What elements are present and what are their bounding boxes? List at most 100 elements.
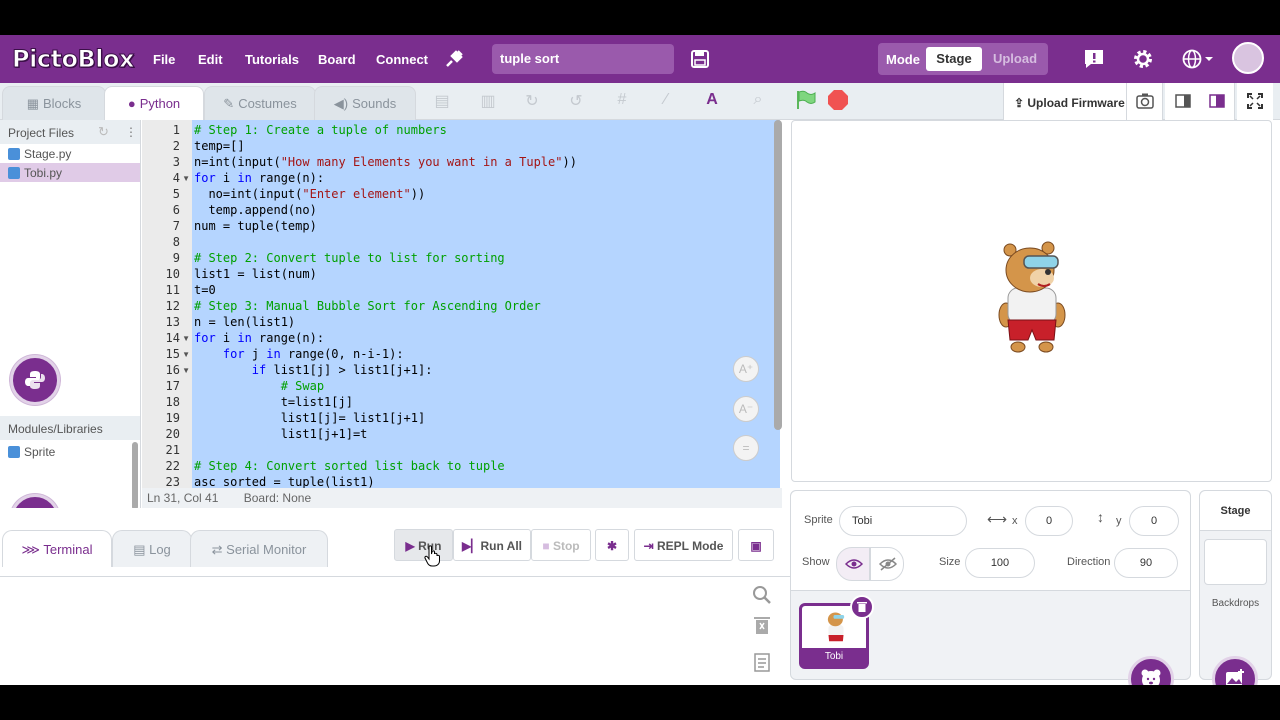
green-flag-icon[interactable] xyxy=(795,89,817,111)
code-line[interactable]: list1[j+1]=t xyxy=(194,427,368,441)
repl-mode-button[interactable]: ⇥ REPL Mode xyxy=(634,529,733,561)
tab-blocks[interactable]: ▦ Blocks xyxy=(2,86,106,120)
document-icon[interactable] xyxy=(752,652,772,672)
y-position-input[interactable]: 0 xyxy=(1129,506,1179,536)
code-line[interactable]: t=0 xyxy=(194,283,216,297)
modules-scrollbar[interactable] xyxy=(132,442,138,510)
tobi-bear-sprite[interactable] xyxy=(996,240,1068,355)
tab-sounds[interactable]: ◀) Sounds xyxy=(314,86,416,120)
fold-arrow-icon[interactable]: ▼ xyxy=(182,174,190,183)
menu-file[interactable]: File xyxy=(153,52,175,67)
code-line[interactable]: for i in range(n): xyxy=(194,171,324,185)
code-line[interactable]: n = len(list1) xyxy=(194,315,295,329)
code-line[interactable]: temp=[] xyxy=(194,139,245,153)
undo-icon[interactable]: ↺ xyxy=(566,91,586,111)
code-line[interactable]: n=int(input("How many Elements you want … xyxy=(194,155,577,169)
code-line[interactable]: for j in range(0, n-i-1): xyxy=(194,347,404,361)
magic-wand-icon[interactable]: ⁄ xyxy=(656,91,676,111)
direction-input[interactable]: 90 xyxy=(1114,548,1178,578)
code-line[interactable]: # Swap xyxy=(194,379,324,393)
code-line[interactable]: for i in range(n): xyxy=(194,331,324,345)
search-icon[interactable] xyxy=(752,585,772,605)
python-extension-button[interactable] xyxy=(10,355,60,405)
tab-terminal[interactable]: ⋙ Terminal xyxy=(2,530,112,567)
file-item-tobi[interactable]: Tobi.py xyxy=(0,163,140,182)
comment-icon[interactable]: # xyxy=(612,91,632,111)
tab-serial-monitor[interactable]: ⇄ Serial Monitor xyxy=(190,530,328,567)
fullscreen-button[interactable] xyxy=(1237,83,1273,120)
fold-arrow-icon[interactable]: ▼ xyxy=(182,334,190,343)
stop-button[interactable]: ■ Stop xyxy=(531,529,591,561)
delete-sprite-button[interactable] xyxy=(850,595,874,619)
debug-button[interactable]: ✱ xyxy=(595,529,629,561)
camera-button[interactable] xyxy=(1127,83,1163,120)
module-item-sprite[interactable]: Sprite xyxy=(0,442,130,461)
terminal-output[interactable] xyxy=(0,576,790,685)
mode-stage-button[interactable]: Stage xyxy=(926,47,982,71)
font-reset-icon[interactable]: = xyxy=(733,435,759,461)
upload-firmware-button[interactable]: ⇪ Upload Firmware xyxy=(1003,83,1127,120)
code-line[interactable]: if list1[j] > list1[j+1]: xyxy=(194,363,433,377)
font-increase-icon[interactable]: A⁺ xyxy=(733,356,759,382)
x-position-input[interactable]: 0 xyxy=(1025,506,1073,536)
file-item-stage[interactable]: Stage.py xyxy=(0,144,140,163)
fold-arrow-icon[interactable]: ▼ xyxy=(182,350,190,359)
copy-icon[interactable]: ▤ xyxy=(432,91,452,111)
code-line[interactable]: num = tuple(temp) xyxy=(194,219,317,233)
search-icon[interactable]: ⌕ xyxy=(748,91,768,111)
normal-stage-button[interactable] xyxy=(1199,83,1235,120)
code-line[interactable]: no=int(input("Enter element")) xyxy=(194,187,425,201)
tab-costumes[interactable]: ✎ Costumes xyxy=(204,86,316,120)
code-line[interactable]: list1[j]= list1[j+1] xyxy=(194,411,426,425)
refresh-icon[interactable]: ↻ xyxy=(98,124,109,140)
mode-upload-button[interactable]: Upload xyxy=(986,47,1044,71)
size-input[interactable]: 100 xyxy=(965,548,1035,578)
code-line[interactable]: t=list1[j] xyxy=(194,395,353,409)
add-backdrop-button[interactable] xyxy=(1212,656,1258,685)
project-name-input[interactable]: tuple sort xyxy=(492,44,674,74)
code-line[interactable]: temp.append(no) xyxy=(194,203,316,217)
sprite-name-input[interactable]: Tobi xyxy=(839,506,967,536)
fold-arrow-icon[interactable]: ▼ xyxy=(182,366,190,375)
redo-icon[interactable]: ↻ xyxy=(522,91,542,111)
paste-icon[interactable]: ▥ xyxy=(478,91,498,111)
trash-icon[interactable] xyxy=(752,615,772,635)
menu-board[interactable]: Board xyxy=(318,52,356,67)
feedback-icon[interactable] xyxy=(1083,48,1105,70)
stop-sign-icon[interactable] xyxy=(827,89,849,111)
code-line[interactable]: list1 = list(num) xyxy=(194,267,317,281)
small-stage-button[interactable] xyxy=(1165,83,1201,120)
menu-tutorials[interactable]: Tutorials xyxy=(245,52,299,67)
stage-thumbnail[interactable] xyxy=(1204,539,1267,585)
tab-python[interactable]: ● Python xyxy=(104,86,204,121)
more-options-icon[interactable]: ⋮ xyxy=(125,125,137,139)
app-logo[interactable]: PictoBlox xyxy=(12,45,136,74)
tab-log[interactable]: ▤ Log xyxy=(112,530,192,567)
show-visible-button[interactable] xyxy=(836,547,870,581)
gear-icon[interactable] xyxy=(1132,48,1154,70)
plug-icon[interactable] xyxy=(443,48,465,70)
save-icon[interactable] xyxy=(690,49,710,69)
editor-scrollbar[interactable] xyxy=(774,120,782,430)
add-sprite-button[interactable] xyxy=(1128,656,1174,685)
code-line[interactable]: # Step 4: Convert sorted list back to tu… xyxy=(194,459,505,473)
menu-connect[interactable]: Connect xyxy=(376,52,428,67)
code-line[interactable]: # Step 3: Manual Bubble Sort for Ascendi… xyxy=(194,299,541,313)
language-globe-icon[interactable] xyxy=(1182,48,1216,70)
code-line[interactable]: # Step 1: Create a tuple of numbers xyxy=(194,123,447,137)
line-number: 3 xyxy=(172,155,180,169)
line-number: 15 xyxy=(165,347,180,361)
show-hidden-button[interactable] xyxy=(870,547,904,581)
font-size-icon[interactable]: A xyxy=(702,91,722,111)
avatar[interactable] xyxy=(1232,42,1264,74)
font-decrease-icon[interactable]: A⁻ xyxy=(733,396,759,422)
line-number: 14 xyxy=(165,331,180,345)
clear-terminal-button[interactable]: ▣ xyxy=(738,529,774,561)
code-editor[interactable]: 1 2 3 4 ▼ 5 6 7 8 9 10 11 12 13 14 ▼ 15 … xyxy=(142,120,782,488)
tab-python-label: Python xyxy=(139,96,181,111)
tab-serial-label: Serial Monitor xyxy=(226,542,307,557)
menu-edit[interactable]: Edit xyxy=(198,52,223,67)
code-line[interactable]: # Step 2: Convert tuple to list for sort… xyxy=(194,251,505,265)
code-line[interactable]: asc_sorted = tuple(list1) xyxy=(194,475,375,488)
run-all-button[interactable]: ▶▏Run All xyxy=(453,529,531,561)
